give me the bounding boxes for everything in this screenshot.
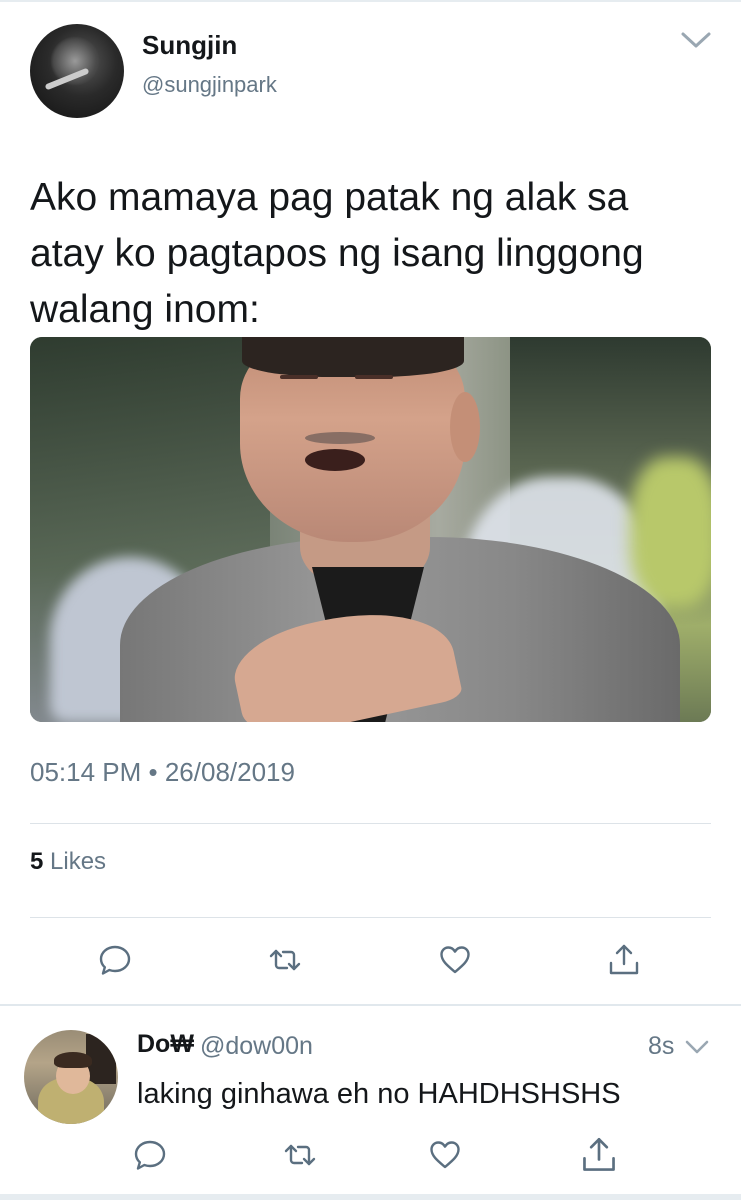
reply-author-handle[interactable]: @dow00n <box>200 1032 313 1061</box>
divider <box>30 917 711 918</box>
divider <box>30 823 711 824</box>
reply-actions <box>0 1138 741 1178</box>
author-handle[interactable]: @sungjinpark <box>142 72 277 98</box>
chevron-down-icon[interactable] <box>684 1038 710 1056</box>
likes-label: Likes <box>50 848 107 875</box>
likes-count: 5 <box>30 848 44 875</box>
tweet-text: Ako mamaya pag patak ng alak sa atay ko … <box>30 176 644 331</box>
tweet-photo[interactable] <box>30 337 711 722</box>
share-icon[interactable] <box>580 1136 618 1174</box>
tweet-timestamp[interactable]: 05:14 PM • 26/08/2019 <box>30 757 295 788</box>
chevron-down-icon[interactable] <box>680 28 712 52</box>
thread-separator <box>0 1004 741 1006</box>
bottom-divider <box>0 1194 741 1200</box>
share-icon[interactable] <box>607 943 641 977</box>
retweet-icon[interactable] <box>283 1138 317 1172</box>
reply-author-name[interactable]: Do₩ <box>137 1030 194 1059</box>
reply-icon[interactable] <box>133 1138 167 1172</box>
reply-icon[interactable] <box>98 943 132 977</box>
author-name[interactable]: Sungjin <box>142 30 237 61</box>
likes-stat[interactable]: 5 Likes <box>30 848 106 876</box>
tweet-actions <box>0 943 741 983</box>
reply-time: 8s <box>648 1032 675 1060</box>
avatar[interactable] <box>30 24 124 118</box>
like-icon[interactable] <box>438 943 472 977</box>
reply-text: laking ginhawa eh no HAHDHSHSHS <box>137 1078 621 1110</box>
avatar[interactable] <box>24 1030 118 1124</box>
like-icon[interactable] <box>428 1138 462 1172</box>
retweet-icon[interactable] <box>268 943 302 977</box>
top-divider <box>0 0 741 2</box>
